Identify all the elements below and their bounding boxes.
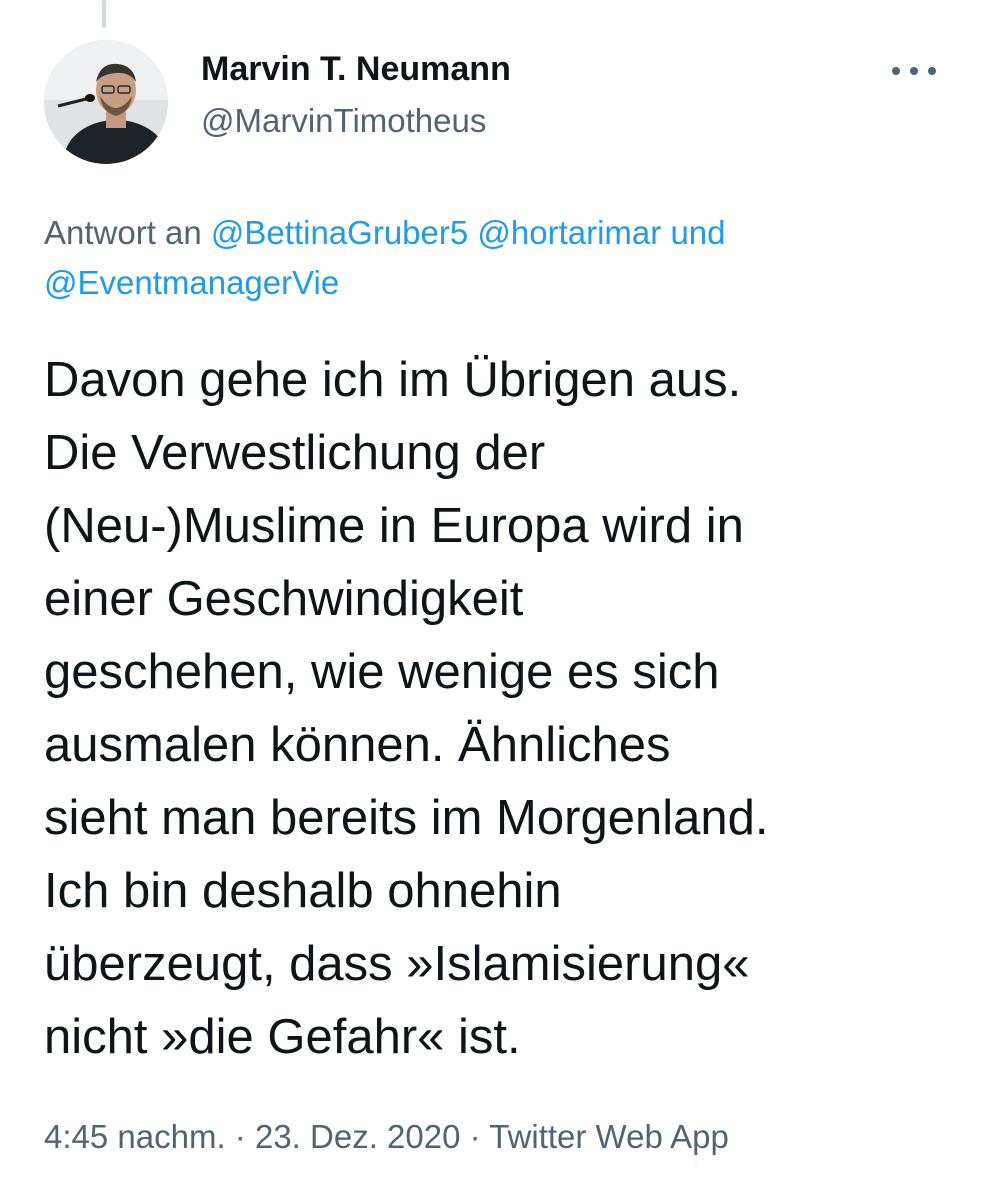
reply-conjunction: und — [670, 214, 726, 251]
tweet-text-line: ausmalen können. Ähnliches — [44, 718, 671, 772]
tweet-time-link[interactable]: 4:45 nachm. — [44, 1118, 226, 1155]
tweet-text-line: (Neu-)Muslime in Europa wird in — [44, 499, 744, 553]
more-options-button[interactable] — [888, 56, 940, 86]
tweet-text-line: einer Geschwindigkeit — [44, 572, 524, 626]
tweet-text-line: geschehen, wie wenige es sich — [44, 645, 720, 699]
more-horizontal-icon-dot — [910, 67, 918, 75]
tweet-text-line: nicht »die Gefahr« ist. — [44, 1010, 521, 1064]
thread-connector-line — [102, 0, 106, 28]
meta-separator: · — [234, 1118, 246, 1155]
tweet-text-line: Davon gehe ich im Übrigen aus. — [44, 353, 742, 407]
tweet-metadata: 4:45 nachm. · 23. Dez. 2020 · Twitter We… — [44, 1118, 729, 1156]
author-display-name[interactable]: Marvin T. Neumann — [201, 50, 511, 89]
mention-link-bettinagruber5[interactable]: @BettinaGruber5 — [211, 214, 468, 251]
tweet-source-link[interactable]: Twitter Web App — [489, 1118, 729, 1155]
avatar-photo — [44, 40, 168, 164]
tweet-text-line: Die Verwestlichung der — [44, 426, 546, 480]
author-handle[interactable]: @MarvinTimotheus — [201, 102, 486, 140]
tweet-text-line: sieht man bereits im Morgenland. — [44, 791, 769, 845]
meta-separator: · — [469, 1118, 481, 1155]
reply-prefix: Antwort an — [44, 214, 202, 251]
tweet-text-line: überzeugt, dass »Islamisierung« — [44, 937, 750, 991]
avatar[interactable] — [44, 40, 168, 164]
tweet-text: Davon gehe ich im Übrigen aus. Die Verwe… — [44, 344, 964, 1074]
tweet-text-line: Ich bin deshalb ohnehin — [44, 864, 562, 918]
more-horizontal-icon-dot — [928, 67, 936, 75]
reply-context: Antwort an @BettinaGruber5 @hortarimar u… — [44, 208, 944, 308]
mention-link-eventmanagervie[interactable]: @EventmanagerVie — [44, 264, 339, 301]
mention-link-hortarimar[interactable]: @hortarimar — [477, 214, 661, 251]
more-horizontal-icon — [892, 67, 900, 75]
tweet-date-link[interactable]: 23. Dez. 2020 — [255, 1118, 460, 1155]
